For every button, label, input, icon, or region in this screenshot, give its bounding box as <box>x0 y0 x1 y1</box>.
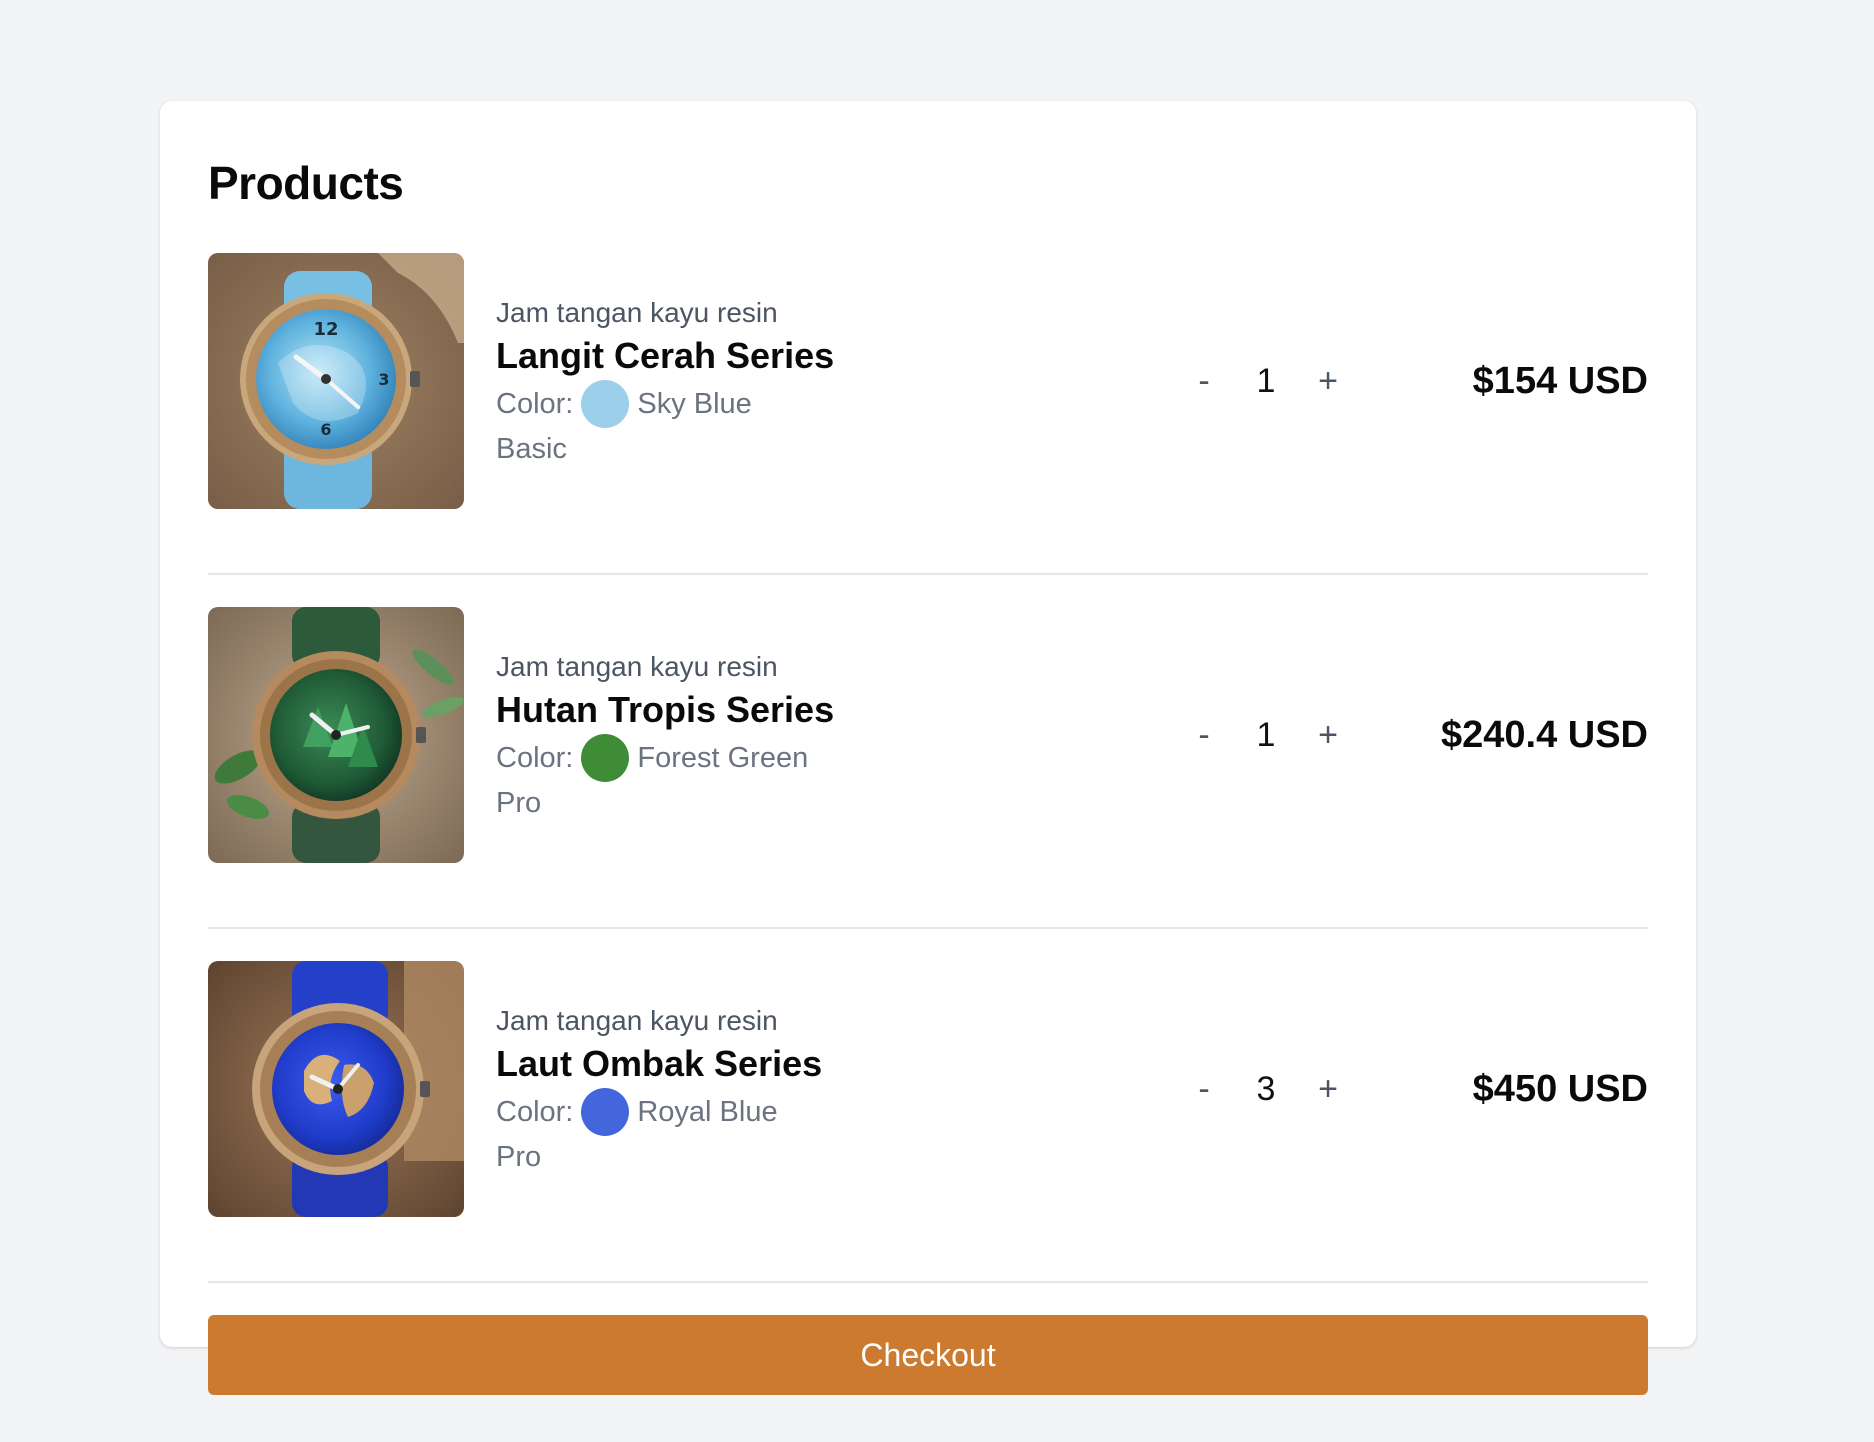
quantity-stepper: - 1 + <box>1184 359 1348 403</box>
color-swatch <box>581 734 630 782</box>
color-swatch <box>581 380 630 428</box>
product-name[interactable]: Langit Cerah Series <box>496 333 834 379</box>
product-info: Jam tangan kayu resin Langit Cerah Serie… <box>496 295 834 469</box>
product-info: Jam tangan kayu resin Laut Ombak Series … <box>496 1003 822 1177</box>
list-item: Jam tangan kayu resin Laut Ombak Series … <box>208 961 1648 1283</box>
decrement-button[interactable]: - <box>1184 713 1224 757</box>
list-item: 12 3 6 Jam tangan kayu resin Langit Cera… <box>208 253 1648 575</box>
svg-text:3: 3 <box>378 370 389 389</box>
color-label: Color: <box>496 388 574 420</box>
checkout-button[interactable]: Checkout <box>208 1315 1648 1395</box>
product-info: Jam tangan kayu resin Hutan Tropis Serie… <box>496 649 834 823</box>
product-list: 12 3 6 Jam tangan kayu resin Langit Cera… <box>208 253 1648 1283</box>
product-tier: Pro <box>496 1141 542 1173</box>
product-subtitle: Jam tangan kayu resin <box>496 1005 778 1036</box>
product-subtitle: Jam tangan kayu resin <box>496 651 778 682</box>
decrement-button[interactable]: - <box>1184 1067 1224 1111</box>
cart-card: Products 12 3 6 Jam tangan kayu resin La… <box>160 101 1696 1395</box>
product-name[interactable]: Hutan Tropis Series <box>496 687 834 733</box>
quantity-value: 1 <box>1256 716 1276 754</box>
product-image[interactable] <box>208 607 464 863</box>
color-label: Color: <box>496 742 574 774</box>
product-subtitle: Jam tangan kayu resin <box>496 297 778 328</box>
color-name: Royal Blue <box>637 1096 778 1128</box>
list-item: Jam tangan kayu resin Hutan Tropis Serie… <box>208 607 1648 929</box>
quantity-stepper: - 1 + <box>1184 713 1348 757</box>
quantity-value: 1 <box>1256 362 1276 400</box>
svg-text:6: 6 <box>320 420 331 439</box>
color-label: Color: <box>496 1096 574 1128</box>
product-price: $450 USD <box>1472 1068 1648 1110</box>
decrement-button[interactable]: - <box>1184 359 1224 403</box>
product-color: Color: Royal Blue <box>496 1087 822 1137</box>
quantity-value: 3 <box>1256 1070 1276 1108</box>
product-tier: Pro <box>496 787 542 819</box>
product-tier: Basic <box>496 433 567 465</box>
product-image[interactable] <box>208 961 464 1217</box>
page-title: Products <box>208 157 404 209</box>
product-color: Color: Sky Blue <box>496 379 834 429</box>
product-name[interactable]: Laut Ombak Series <box>496 1041 822 1087</box>
product-price: $240.4 USD <box>1440 714 1648 756</box>
svg-text:12: 12 <box>313 319 338 340</box>
product-price: $154 USD <box>1472 360 1648 402</box>
increment-button[interactable]: + <box>1308 359 1348 403</box>
quantity-stepper: - 3 + <box>1184 1067 1348 1111</box>
color-name: Sky Blue <box>637 388 752 420</box>
product-image[interactable]: 12 3 6 <box>208 253 464 509</box>
increment-button[interactable]: + <box>1308 713 1348 757</box>
product-color: Color: Forest Green <box>496 733 834 783</box>
color-name: Forest Green <box>637 742 809 774</box>
increment-button[interactable]: + <box>1308 1067 1348 1111</box>
color-swatch <box>581 1088 630 1136</box>
